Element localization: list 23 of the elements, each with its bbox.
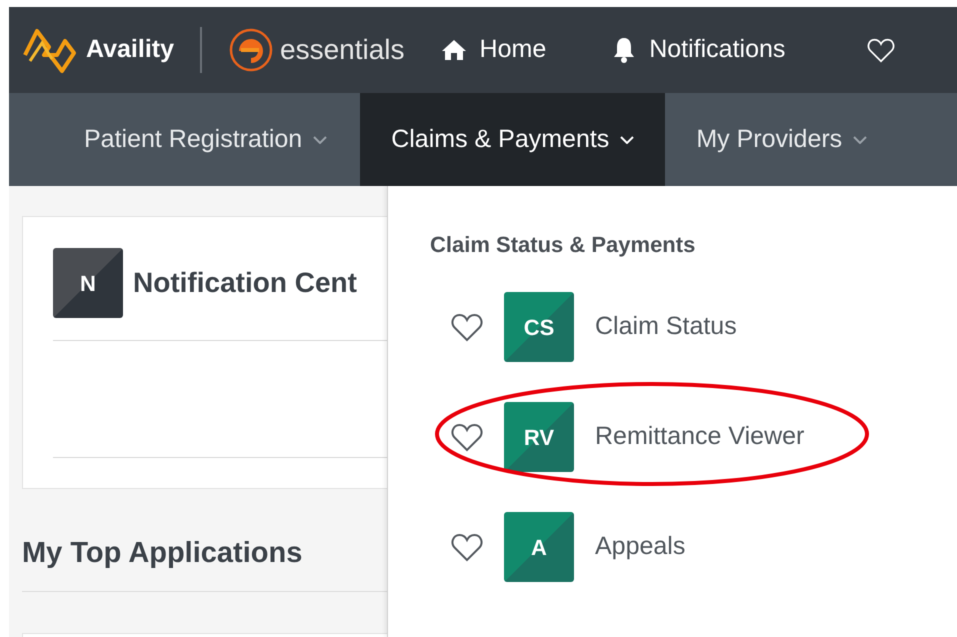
nav-link[interactable]: Home <box>440 31 546 69</box>
product-name: essentials <box>280 33 405 67</box>
app-tile: RV <box>504 402 574 472</box>
bell-icon <box>612 37 636 63</box>
brand-name: Availity <box>86 34 174 66</box>
chevron-down-icon <box>853 136 868 144</box>
home-icon <box>440 39 467 61</box>
product-logo-icon <box>228 27 274 73</box>
app-tile: N <box>53 248 123 318</box>
card-title: Notification Cent <box>133 266 357 300</box>
menu-heading: Claim Status & Payments <box>430 231 696 259</box>
menu-item[interactable]: A Appeals <box>451 512 686 582</box>
nav-tab[interactable]: Claims & Payments <box>360 93 666 186</box>
app-tile: A <box>504 512 574 582</box>
heart-icon[interactable] <box>451 532 483 562</box>
heart-icon[interactable] <box>451 312 483 342</box>
section-title: My Top Applications <box>22 536 302 571</box>
nav-link[interactable]: Notifications <box>612 31 786 69</box>
app-tile: CS <box>504 292 574 362</box>
menu-item[interactable]: CS Claim Status <box>451 292 737 362</box>
chevron-down-icon <box>620 136 634 144</box>
heart-icon[interactable] <box>451 422 483 452</box>
chevron-down-icon <box>313 136 328 144</box>
